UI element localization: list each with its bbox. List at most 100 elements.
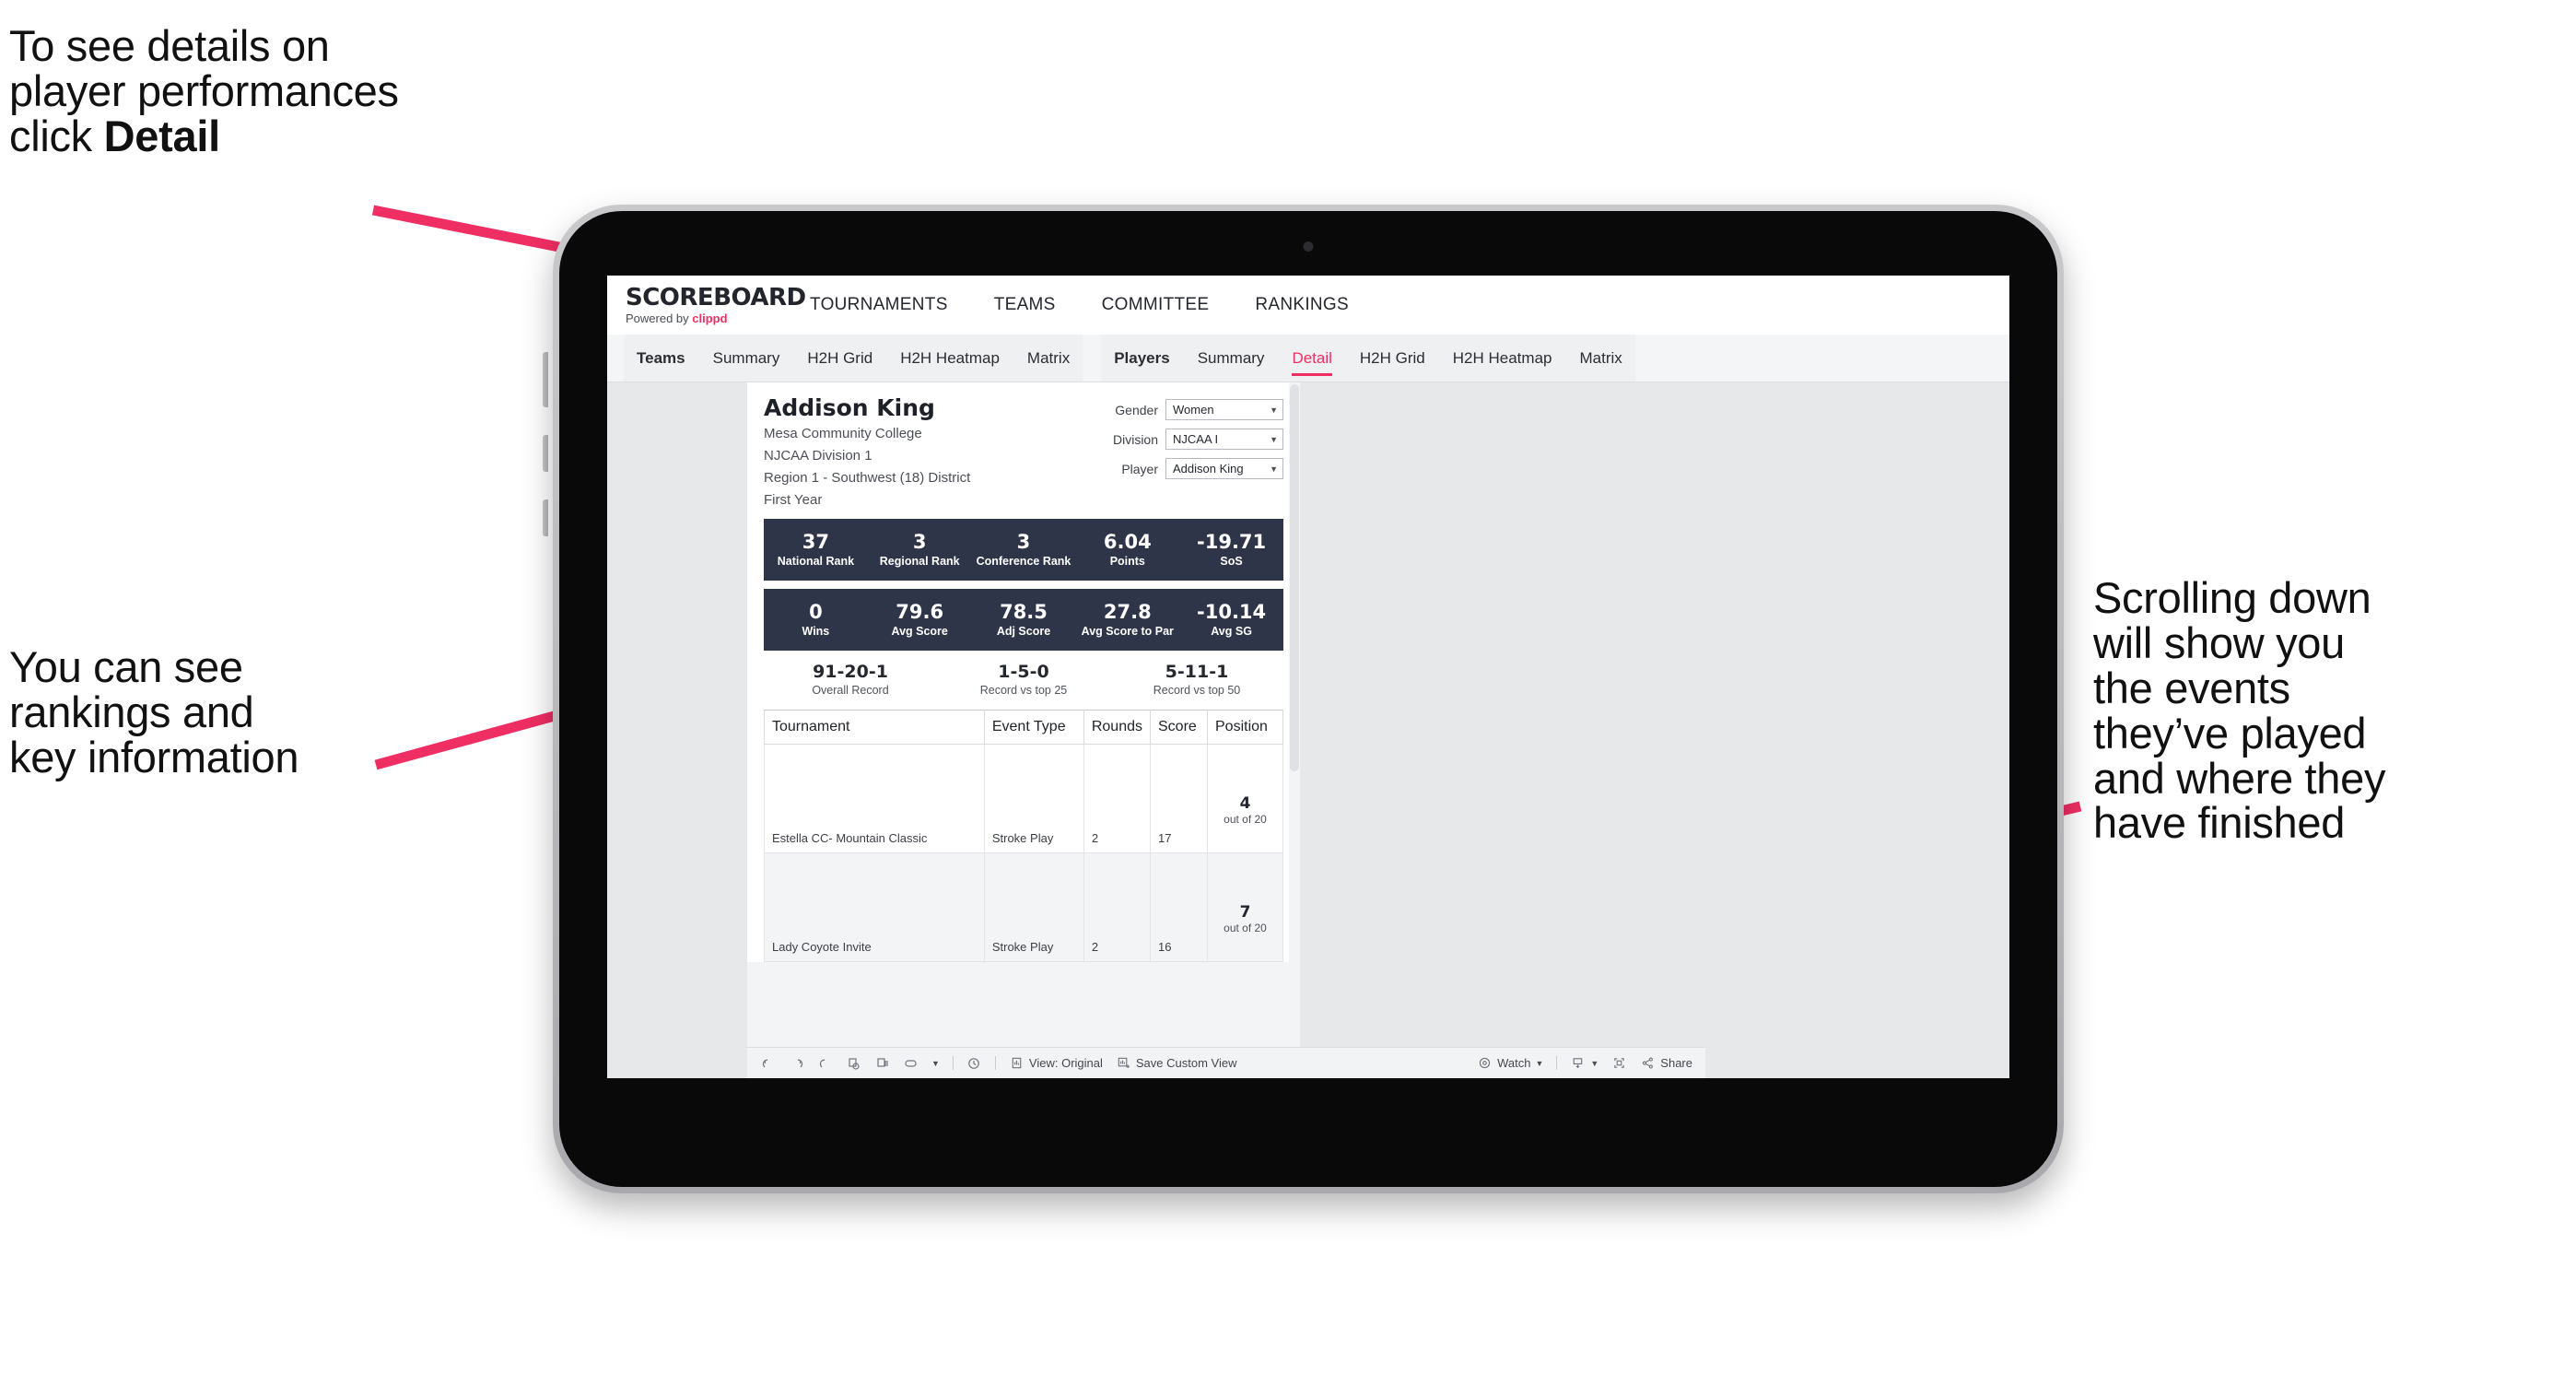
clock-icon[interactable] [966,1055,982,1071]
brand-powered-prefix: Powered by [626,311,693,325]
stat-conference-rank: 3 Conference Rank [972,531,1076,568]
cell-tournament: Lady Coyote Invite [764,852,985,962]
column-header-rounds[interactable]: Rounds [1083,709,1152,745]
stat-national-rank: 37 National Rank [764,531,868,568]
fullscreen-icon[interactable] [1611,1055,1627,1071]
column-header-tournament[interactable]: Tournament [764,709,985,745]
tab-players[interactable]: Players [1114,335,1170,382]
tableau-toolbar: ▼ View: Original Save Custom View Watch … [747,1047,1705,1078]
revert-icon[interactable] [817,1055,833,1071]
slide-canvas: To see details on player performances cl… [0,0,2576,1386]
watch-icon [1477,1055,1493,1071]
filter-gender-value: Women [1173,403,1214,417]
teams-tab-group: Teams Summary H2H Grid H2H Heatmap Matri… [624,335,1083,382]
record-value: 91-20-1 [813,661,888,682]
volume-down-button[interactable] [543,435,548,472]
cell-score: 17 [1150,743,1208,853]
player-division: NJCAA Division 1 [764,447,872,464]
position-out-of: out of 20 [1224,922,1267,935]
nav-item-tournaments[interactable]: TOURNAMENTS [810,295,948,315]
annotation-click-detail-bold: Detail [103,111,221,160]
tab-players-h2h-grid[interactable]: H2H Grid [1360,335,1425,382]
table-body: Estella CC- Mountain Classic Stroke Play… [764,743,1283,962]
device-layout-icon[interactable] [903,1055,919,1071]
cell-tournament: Estella CC- Mountain Classic [764,743,985,853]
tab-players-h2h-heatmap[interactable]: H2H Heatmap [1453,335,1552,382]
toolbar-divider [994,1056,996,1070]
cell-event-type: Stroke Play [983,852,1084,962]
nav-item-rankings[interactable]: RANKINGS [1255,295,1349,315]
record-vs-top-50: 5-11-1 Record vs top 50 [1110,662,1283,697]
brand-logo[interactable]: SCOREBOARD Powered by clippd [626,286,806,324]
records-row: 91-20-1 Overall Record 1-5-0 Record vs t… [764,650,1283,710]
stat-avg-sg: -10.14 Avg SG [1179,601,1283,638]
stat-label: Regional Rank [879,554,960,568]
volume-up-button[interactable] [543,352,548,407]
nav-item-committee[interactable]: COMMITTEE [1102,295,1210,315]
viz-vertical-scrollbar[interactable] [1289,382,1300,1078]
scrollbar-thumb[interactable] [1290,384,1299,771]
filter-gender-select[interactable]: Women ▼ [1165,399,1283,420]
filter-player-select[interactable]: Addison King ▼ [1165,458,1283,479]
tab-teams-h2h-heatmap[interactable]: H2H Heatmap [900,335,1000,382]
player-year: First Year [764,492,823,509]
tab-teams-h2h-grid[interactable]: H2H Grid [807,335,872,382]
front-camera-icon [1303,241,1314,252]
filter-player-value: Addison King [1173,462,1244,476]
player-detail-viz: Addison King Mesa Community College NJCA… [747,382,1300,1078]
watch-button[interactable]: Watch ▼ [1477,1055,1543,1071]
stat-value: 3 [1016,530,1031,553]
stat-value: 37 [802,530,830,553]
tab-teams-summary[interactable]: Summary [713,335,780,382]
brand-tagline: Powered by clippd [626,312,779,324]
download-button[interactable]: ▼ [1570,1055,1598,1071]
stat-sos: -19.71 SoS [1179,531,1283,568]
cell-position: 7 out of 20 [1207,852,1283,962]
stat-value: 3 [912,530,927,553]
stat-avg-score-to-par: 27.8 Avg Score to Par [1075,601,1179,638]
dashboard-left-margin [607,382,747,1078]
cell-position: 4 out of 20 [1207,743,1283,853]
record-vs-top-25: 1-5-0 Record vs top 25 [937,662,1110,697]
table-row[interactable]: Estella CC- Mountain Classic Stroke Play… [764,743,1283,853]
column-header-event-type[interactable]: Event Type [983,709,1084,745]
power-button[interactable] [543,499,548,536]
column-header-position[interactable]: Position [1207,709,1283,745]
nav-item-teams[interactable]: TEAMS [994,295,1056,315]
stat-adj-score: 78.5 Adj Score [972,601,1076,638]
player-header: Addison King Mesa Community College NJCA… [764,395,1283,511]
position-number: 7 [1239,903,1251,922]
column-header-score[interactable]: Score [1150,709,1208,745]
record-value: 1-5-0 [998,661,1049,682]
stats-band-rankings: 37 National Rank 3 Regional Rank 3 Confe… [764,518,1283,581]
filter-division-select[interactable]: NJCAA I ▼ [1165,429,1283,450]
filter-division-row: Division NJCAA I ▼ [1113,429,1283,450]
tab-teams-matrix[interactable]: Matrix [1027,335,1070,382]
pause-icon[interactable] [874,1055,890,1071]
browser-screen: SCOREBOARD Powered by clippd TOURNAMENTS… [607,276,2009,1078]
save-view-icon [1116,1055,1131,1071]
share-button[interactable]: Share [1640,1055,1692,1071]
chevron-down-icon[interactable]: ▼ [931,1059,940,1068]
refresh-icon[interactable] [846,1055,861,1071]
undo-icon[interactable] [760,1055,776,1071]
tab-players-matrix[interactable]: Matrix [1579,335,1622,382]
players-tab-group: Players Summary Detail H2H Grid H2H Heat… [1101,335,1635,382]
filter-gender-label: Gender [1115,402,1158,417]
save-custom-view-button[interactable]: Save Custom View [1116,1055,1236,1071]
record-label: Record vs top 25 [979,683,1068,697]
stat-regional-rank: 3 Regional Rank [868,531,972,568]
filter-division-value: NJCAA I [1173,432,1219,446]
view-original-button[interactable]: View: Original [1009,1055,1103,1071]
tab-players-detail[interactable]: Detail [1292,335,1333,382]
table-row[interactable]: Lady Coyote Invite Stroke Play 2 16 7 ou… [764,852,1283,962]
cell-rounds: 2 [1083,852,1152,962]
tab-teams[interactable]: Teams [637,335,685,382]
stat-points: 6.04 Points [1075,531,1179,568]
redo-icon[interactable] [789,1055,804,1071]
stat-label: Points [1109,554,1145,568]
share-icon [1640,1055,1656,1071]
tab-players-summary[interactable]: Summary [1198,335,1265,382]
filter-player-row: Player Addison King ▼ [1113,458,1283,479]
filter-panel: Gender Women ▼ Division NJCAA I ▼ Player… [1113,395,1283,479]
